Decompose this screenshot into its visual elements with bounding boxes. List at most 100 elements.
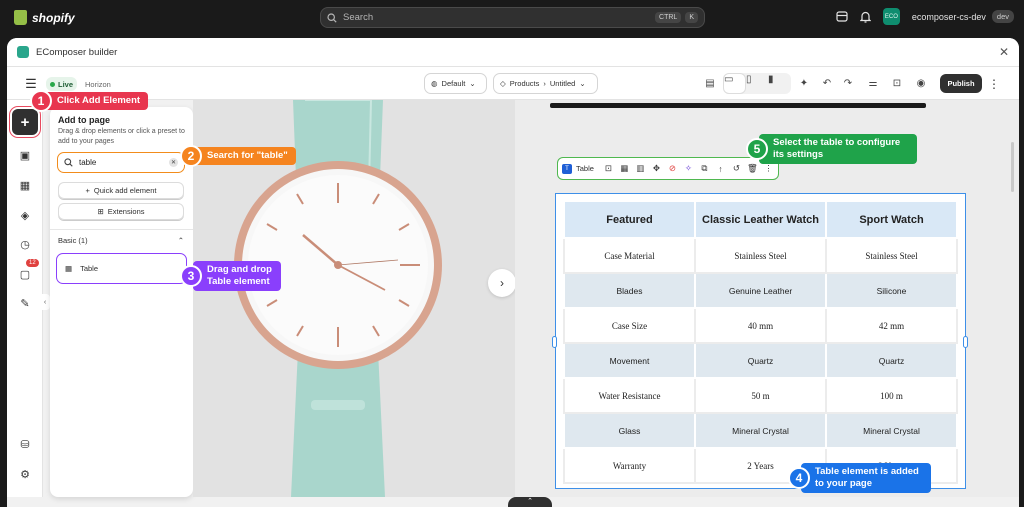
chevron-right-icon: ›: [543, 79, 546, 88]
more-options-icon[interactable]: ⋮: [763, 163, 774, 174]
basic-section-header[interactable]: Basic (1) ⌃: [58, 236, 184, 245]
store-icon[interactable]: [836, 11, 848, 22]
chevron-down-icon: ⌄: [469, 79, 476, 88]
callout-step-1: 1 Click Add Element: [30, 90, 149, 112]
redo-icon[interactable]: ↷: [838, 73, 858, 93]
sections-icon[interactable]: ▣: [15, 145, 35, 165]
table-row: Blades Genuine Leather Silicone: [563, 272, 958, 309]
history-icon[interactable]: ◷: [15, 234, 35, 254]
tag-icon: ◇: [500, 79, 506, 88]
extensions-icon: ⊞: [97, 207, 104, 216]
table-cell: Case Size: [563, 307, 696, 344]
table-row: Glass Mineral Crystal Mineral Crystal: [563, 412, 958, 449]
gear-icon[interactable]: ⚙: [15, 464, 35, 484]
brush-icon[interactable]: ✎: [15, 293, 35, 313]
undo-icon[interactable]: ↶: [817, 73, 837, 93]
move-up-icon[interactable]: ↑: [715, 164, 726, 174]
chevron-right-icon: ›: [500, 276, 504, 290]
canvas-scrollbar[interactable]: [1011, 142, 1014, 192]
live-dot-icon: [50, 81, 55, 87]
product-comparison-table: Featured Classic Leather Watch Sport Wat…: [563, 200, 958, 484]
shortcut-k: K: [685, 12, 698, 23]
table-element-selected[interactable]: Featured Classic Leather Watch Sport Wat…: [555, 193, 966, 489]
store-name[interactable]: ecomposer-cs-dev: [912, 12, 986, 22]
collapse-panel-handle[interactable]: ‹: [40, 294, 50, 310]
section-divider-bar: [550, 103, 926, 108]
publish-button[interactable]: Publish: [940, 74, 982, 93]
shopify-logo[interactable]: shopify: [14, 10, 75, 25]
layout-icon[interactable]: ▤: [700, 73, 720, 93]
mobile-icon[interactable]: ▮: [768, 74, 789, 93]
table-cell: Movement: [563, 342, 696, 379]
language-select[interactable]: ◍ Default ⌄: [424, 73, 487, 94]
table-row: Case Size 40 mm 42 mm: [563, 307, 958, 344]
callout-step-3: 3 Drag and drop Table element: [180, 261, 281, 291]
add-to-page-panel: Add to page Drag & drop elements or clic…: [50, 107, 193, 497]
app-header: EComposer builder ✕: [7, 38, 1019, 67]
notification-count-badge: 12: [26, 259, 39, 267]
table-element-item[interactable]: ▦ Table: [56, 253, 187, 284]
quick-add-element-button[interactable]: + Quick add element: [58, 182, 184, 199]
search-placeholder: Search: [343, 12, 374, 23]
global-search-bar[interactable]: Search CTRL K: [320, 7, 705, 28]
globe-icon: ◍: [431, 79, 438, 88]
store-avatar[interactable]: ECO: [882, 8, 900, 25]
preview-eye-icon[interactable]: ◉: [911, 73, 931, 93]
bottom-expand-tab[interactable]: ⌃: [508, 497, 552, 507]
app-window: EComposer builder ✕ ☰ Live Horizon ◍ Def…: [7, 38, 1019, 507]
close-icon[interactable]: ✕: [999, 45, 1009, 59]
columns-icon[interactable]: ▥: [635, 163, 646, 174]
table-cell: Stainless Steel: [825, 237, 958, 274]
topbar-right: ECO ecomposer-cs-dev dev: [836, 8, 1014, 25]
layers-icon[interactable]: ◈: [15, 205, 35, 225]
notifications-icon[interactable]: ▢: [15, 264, 35, 284]
table-cell: 40 mm: [694, 307, 827, 344]
next-slide-button[interactable]: ›: [488, 269, 516, 297]
element-search-input[interactable]: table ✕: [57, 152, 185, 173]
callout-step-5: 5 Select the table to configure its sett…: [746, 134, 917, 164]
chevron-up-icon: ⌃: [527, 498, 533, 505]
table-cell: Stainless Steel: [694, 237, 827, 274]
reset-icon[interactable]: ↺: [731, 163, 742, 174]
shopify-topbar: shopify Search CTRL K ECO ecomposer-cs-d…: [0, 0, 1024, 36]
bell-icon[interactable]: [859, 11, 871, 23]
callout-step-2: 2 Search for "table": [180, 145, 296, 167]
magic-wand-icon[interactable]: ✦: [794, 73, 814, 93]
disable-icon[interactable]: ⊘: [667, 163, 678, 174]
table-cell: 50 m: [694, 377, 827, 414]
duplicate-icon[interactable]: ⧉: [699, 163, 710, 174]
table-cell: Quartz: [825, 342, 958, 379]
resize-handle-left[interactable]: [552, 336, 557, 348]
divider: [50, 229, 193, 230]
search-icon: [327, 12, 337, 23]
move-icon[interactable]: ✥: [651, 163, 662, 174]
database-icon[interactable]: ⛁: [15, 434, 35, 454]
table-cell: Quartz: [694, 342, 827, 379]
tablet-icon[interactable]: ▯: [746, 74, 767, 93]
app-title: EComposer builder: [36, 46, 118, 58]
save-icon[interactable]: ⊡: [887, 73, 907, 93]
table-cell: Silicone: [825, 272, 958, 309]
page-select[interactable]: ◇ Products › Untitled ⌄: [493, 73, 598, 94]
settings-sliders-icon[interactable]: ⚌: [863, 73, 883, 93]
pages-icon[interactable]: ▦: [15, 175, 35, 195]
element-toolbar-title[interactable]: T Table: [562, 163, 598, 174]
resize-handle-right[interactable]: [963, 336, 968, 348]
desktop-icon[interactable]: ▭: [724, 74, 745, 93]
clear-search-icon[interactable]: ✕: [169, 158, 178, 167]
select-parent-icon[interactable]: ⊡: [603, 163, 614, 174]
table-header: Sport Watch: [825, 200, 958, 239]
more-options-icon[interactable]: ⋮: [987, 73, 1001, 94]
search-value: table: [79, 158, 97, 167]
shopify-bag-icon: [14, 10, 27, 25]
device-switcher: ▭ ▯ ▮: [723, 73, 791, 94]
table-icon[interactable]: ▦: [619, 163, 630, 174]
add-element-button[interactable]: +: [12, 109, 38, 135]
table-cell: Mineral Crystal: [825, 412, 958, 449]
delete-icon[interactable]: 🗑: [747, 163, 758, 174]
table-cell: Genuine Leather: [694, 272, 827, 309]
ai-magic-icon[interactable]: ✧: [683, 163, 694, 174]
extensions-button[interactable]: ⊞ Extensions: [58, 203, 184, 220]
table-cell: Blades: [563, 272, 696, 309]
plus-icon: +: [85, 186, 90, 195]
